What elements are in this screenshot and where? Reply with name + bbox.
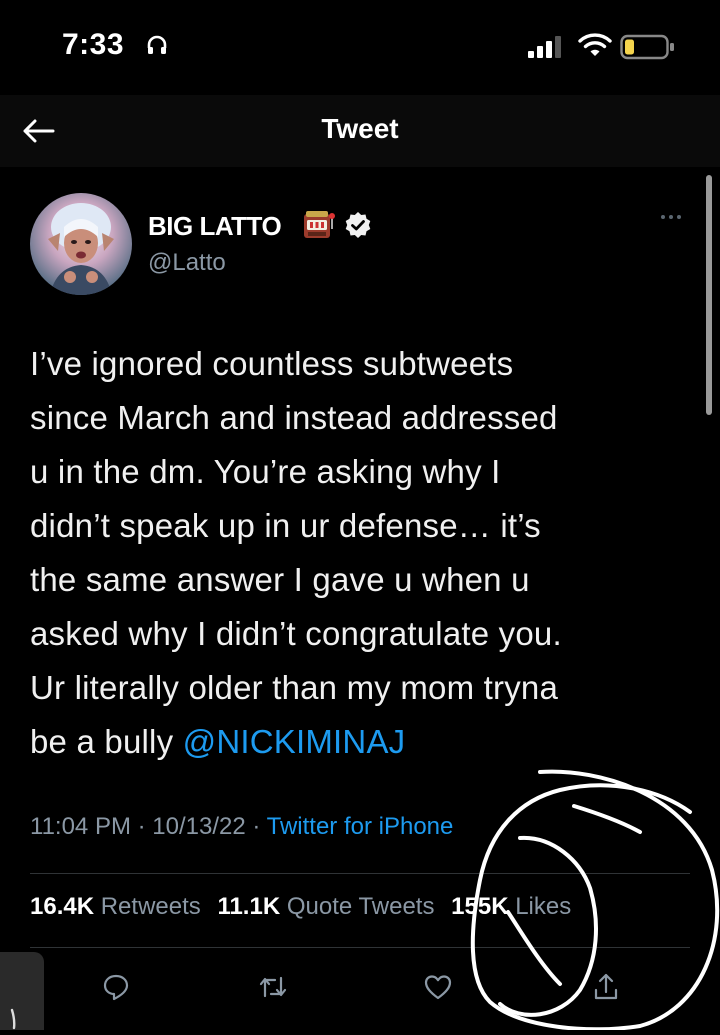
share-button[interactable] [586, 967, 626, 1007]
divider [30, 947, 690, 948]
tweet-text-line: the same answer I gave u when u [30, 561, 530, 598]
verified-badge-icon [345, 212, 371, 238]
divider [30, 873, 690, 874]
scrollbar[interactable] [706, 175, 712, 415]
reply-button[interactable] [96, 967, 136, 1007]
retweet-icon [259, 976, 287, 998]
tweet-date: 10/13/22 [152, 813, 246, 840]
more-options-button[interactable] [654, 207, 688, 227]
chevron-icon [10, 1008, 16, 1030]
meta-separator: · [130, 813, 153, 840]
status-bar: 7:33 [0, 0, 720, 95]
tweet-text-line: u in the dm. You’re asking why I [30, 453, 501, 490]
display-name[interactable]: BIG LATTO [148, 211, 282, 242]
cellular-signal-icon [528, 36, 561, 58]
quote-tweets-stat[interactable]: 11.1K Quote Tweets [217, 893, 434, 920]
meta-separator: · [245, 813, 267, 840]
quote-tweets-count: 11.1K [217, 893, 281, 920]
wifi-icon [578, 33, 612, 56]
likes-stat[interactable]: 155K Likes [451, 893, 571, 920]
tweet-detail: BIG LATTO @Latto I’ve ignored countless … [0, 167, 720, 1030]
tweet-time: 11:04 PM [30, 813, 131, 840]
tweet-text-line: I’ve ignored countless subtweets [30, 345, 514, 382]
tweet-source-link[interactable]: Twitter for iPhone [267, 813, 454, 840]
mention-link[interactable]: @NICKIMINAJ [183, 723, 406, 760]
avatar[interactable] [30, 193, 132, 295]
likes-count: 155K [451, 893, 509, 920]
headphones-icon [147, 35, 167, 54]
tweet-text-line: didn’t speak up in ur defense… it’s [30, 507, 541, 544]
tweet-text-line: Ur literally older than my mom tryna [30, 669, 559, 706]
retweets-count: 16.4K [30, 893, 95, 920]
tweet-text-line: be a bully @NICKIMINAJ [30, 715, 695, 769]
action-bar [0, 967, 720, 1017]
retweets-stat[interactable]: 16.4K Retweets [30, 893, 201, 920]
tweet-text-line: since March and instead addressed [30, 399, 558, 436]
user-handle[interactable]: @Latto [148, 249, 226, 277]
drawer-handle[interactable] [0, 952, 44, 1030]
heart-icon [424, 975, 452, 1000]
share-icon [594, 973, 618, 1000]
avatar-image [48, 203, 114, 295]
nav-bar: Tweet [0, 95, 720, 167]
tweet-text-line-last: be a bully [30, 723, 183, 760]
likes-label: Likes [515, 893, 572, 920]
retweet-button[interactable] [253, 967, 293, 1007]
status-time: 7:33 [62, 28, 125, 61]
engagement-stats: 16.4K Retweets 11.1K Quote Tweets 155K L… [30, 893, 581, 921]
speech-bubble-icon [103, 974, 129, 1001]
quote-tweets-label: Quote Tweets [286, 893, 435, 920]
tweet-text: I’ve ignored countless subtweets since M… [30, 337, 695, 769]
tweet-text-line: asked why I didn’t congratulate you. [30, 615, 562, 652]
tweet-meta: 11:04 PM · 10/13/22 · Twitter for iPhone [30, 813, 453, 841]
battery-low-icon [620, 34, 674, 60]
page-title: Tweet [321, 113, 399, 144]
more-horizontal-icon [661, 215, 665, 219]
like-button[interactable] [418, 967, 458, 1007]
retweets-label: Retweets [100, 893, 201, 920]
slot-machine-icon [304, 211, 335, 238]
